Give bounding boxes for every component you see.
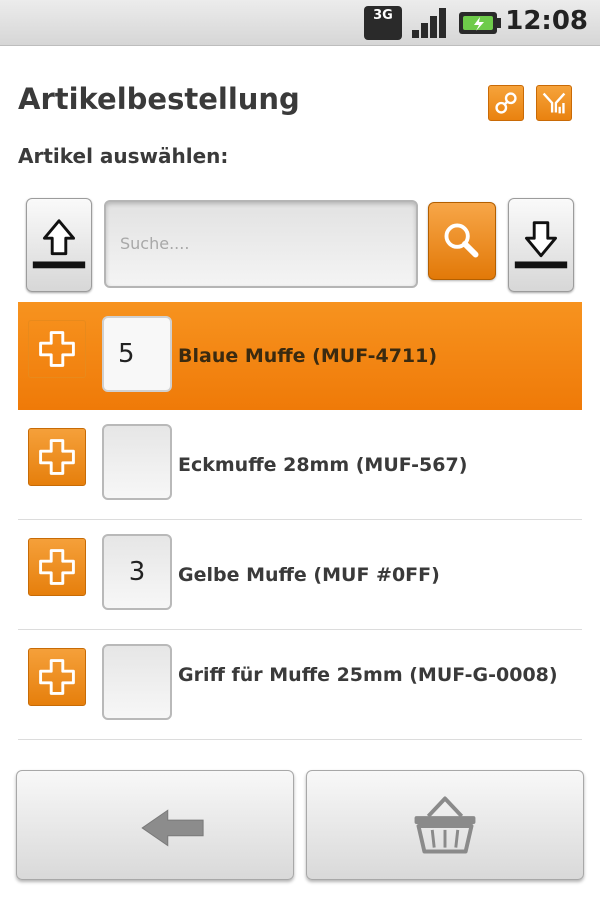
search-input[interactable]: Suche.... (104, 200, 418, 288)
scroll-up-button[interactable] (26, 198, 92, 292)
basket-icon (414, 796, 476, 854)
clock: 12:08 (505, 6, 588, 36)
list-item[interactable]: 3 Gelbe Muffe (MUF #0FF) (18, 520, 582, 630)
quantity-field[interactable]: 5 (102, 316, 172, 392)
search-button[interactable] (428, 202, 496, 280)
plus-icon (39, 549, 75, 585)
article-list: 5 Blaue Muffe (MUF-4711) Eckmuffe 28mm (… (18, 302, 582, 740)
section-label: Artikel auswählen: (18, 144, 229, 168)
quantity-field[interactable] (102, 424, 172, 500)
link-button[interactable] (488, 85, 524, 121)
filter-icon (542, 92, 566, 114)
link-icon (495, 92, 517, 114)
list-item[interactable]: Griff für Muffe 25mm (MUF-G-0008) (18, 630, 582, 740)
status-bar: 3G 12:08 (0, 0, 600, 46)
quantity-field[interactable]: 3 (102, 534, 172, 610)
list-item[interactable]: 5 Blaue Muffe (MUF-4711) (18, 302, 582, 410)
plus-icon (39, 439, 75, 475)
back-button[interactable] (16, 770, 294, 880)
list-item[interactable]: Eckmuffe 28mm (MUF-567) (18, 410, 582, 520)
quantity-field[interactable] (102, 644, 172, 720)
item-label: Eckmuffe 28mm (MUF-567) (178, 453, 468, 476)
item-label: Gelbe Muffe (MUF #0FF) (178, 563, 440, 586)
add-button[interactable] (28, 428, 86, 486)
add-button[interactable] (28, 320, 86, 378)
arrow-down-icon (514, 221, 568, 269)
magnifier-icon (444, 223, 479, 258)
page-title: Artikelbestellung (18, 82, 300, 116)
item-label: Blaue Muffe (MUF-4711) (178, 345, 438, 367)
arrow-left-icon (141, 809, 204, 847)
battery-icon (458, 6, 502, 40)
add-button[interactable] (28, 648, 86, 706)
network-label: 3G (373, 8, 393, 23)
plus-icon (39, 331, 75, 367)
item-label: Griff für Muffe 25mm (MUF-G-0008) (178, 664, 558, 686)
basket-button[interactable] (306, 770, 584, 880)
scroll-down-button[interactable] (508, 198, 574, 292)
network-3g-icon: 3G (364, 6, 402, 40)
plus-icon (39, 659, 75, 695)
signal-icon (410, 6, 450, 40)
arrow-up-icon (32, 219, 86, 269)
filter-button[interactable] (536, 85, 572, 121)
add-button[interactable] (28, 538, 86, 596)
